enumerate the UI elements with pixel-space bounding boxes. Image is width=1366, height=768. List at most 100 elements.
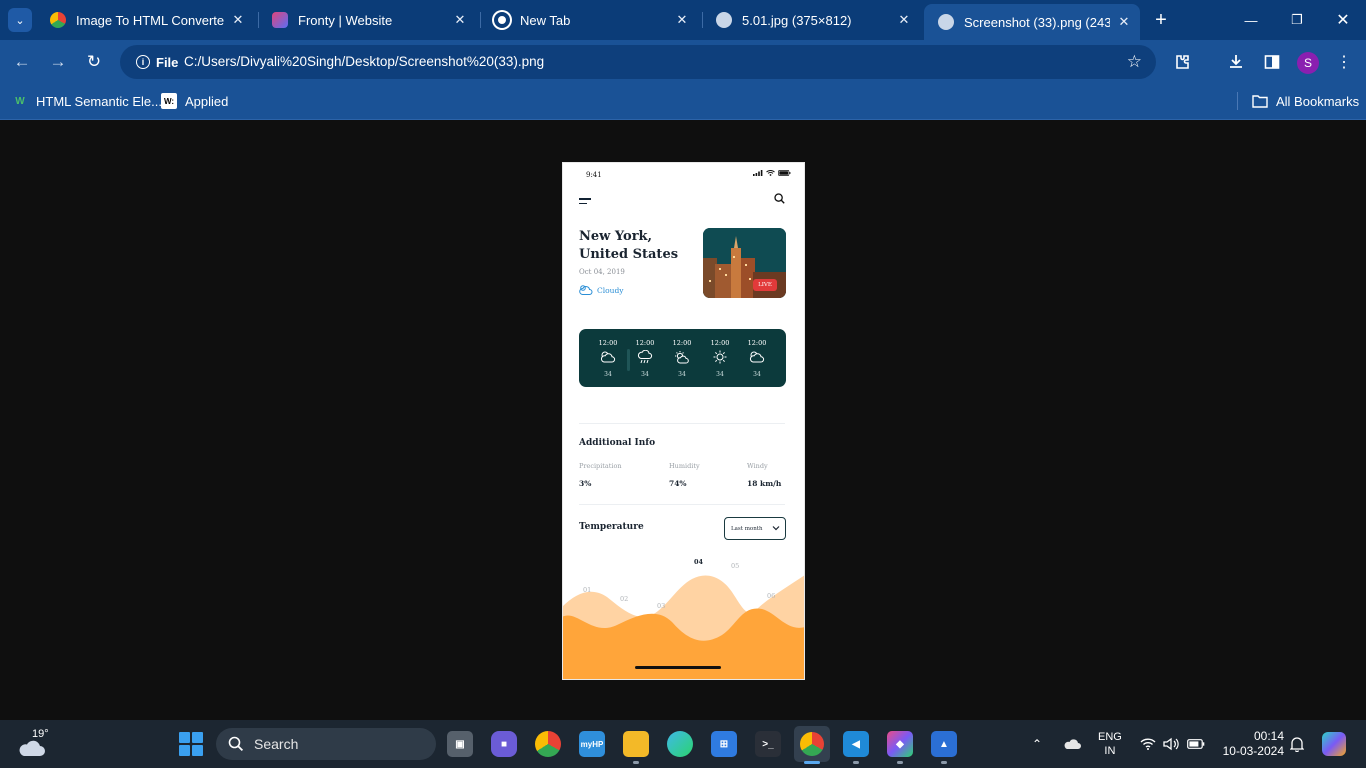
folder-icon bbox=[1252, 93, 1268, 109]
taskbar-indicator bbox=[853, 761, 859, 764]
notification-bell-icon[interactable] bbox=[1290, 720, 1304, 768]
gitkraken-icon[interactable]: ◆ bbox=[887, 731, 913, 757]
close-icon[interactable]: ✕ bbox=[230, 12, 246, 28]
photos-icon[interactable]: ▲ bbox=[931, 731, 957, 757]
lang-line1: ENG bbox=[1098, 731, 1122, 743]
taskbar-search[interactable]: Search bbox=[216, 728, 436, 760]
chrome-icon[interactable] bbox=[535, 731, 561, 757]
hamburger-menu-icon[interactable] bbox=[579, 198, 591, 207]
globe-icon bbox=[716, 12, 732, 28]
close-icon[interactable]: ✕ bbox=[674, 12, 690, 28]
info-humidity: Humidity 74% bbox=[669, 462, 700, 488]
lang-line2: IN bbox=[1104, 745, 1116, 757]
copilot-icon[interactable] bbox=[1322, 720, 1346, 768]
w3-icon: W bbox=[15, 95, 25, 107]
language-indicator[interactable]: ENG IN bbox=[1098, 730, 1122, 758]
tab-title: Image To HTML Converter Fr bbox=[76, 12, 224, 28]
chart-day-label-selected: 04 bbox=[694, 558, 704, 566]
onedrive-icon[interactable] bbox=[1063, 720, 1081, 768]
taskbar-weather[interactable]: 19° bbox=[18, 726, 50, 762]
chrome-profile-icon[interactable] bbox=[794, 726, 830, 762]
chart-day-label: 06 bbox=[767, 592, 775, 600]
bookmark-applied[interactable]: W: Applied bbox=[161, 93, 228, 109]
address-bar[interactable]: i File C:/Users/Divyali%20Singh/Desktop/… bbox=[120, 45, 1156, 79]
condition-label: Cloudy bbox=[597, 285, 624, 295]
url-text[interactable]: C:/Users/Divyali%20Singh/Desktop/Screens… bbox=[184, 54, 544, 69]
volume-icon[interactable] bbox=[1163, 720, 1180, 768]
search-icon[interactable] bbox=[774, 193, 785, 204]
clock-time: 00:14 bbox=[1253, 729, 1284, 743]
info-icon: i bbox=[136, 55, 150, 69]
close-icon[interactable]: ✕ bbox=[452, 12, 468, 28]
period-select[interactable]: Last month bbox=[724, 517, 786, 540]
temperature-title: Temperature bbox=[579, 522, 644, 532]
bookmarks-bar: W HTML Semantic Ele... W: Applied All Bo… bbox=[0, 84, 1366, 120]
bookmark-label: Applied bbox=[185, 93, 229, 109]
forecast-item[interactable]: 12:00 34 bbox=[703, 329, 737, 387]
wifi-icon[interactable] bbox=[1140, 720, 1156, 768]
forward-button[interactable]: → bbox=[46, 50, 70, 74]
tab-fronty[interactable]: Fronty | Website ✕ bbox=[258, 4, 476, 36]
tab-screenshot-33[interactable]: Screenshot (33).png (243×5 ✕ bbox=[924, 4, 1140, 40]
divider bbox=[579, 423, 785, 424]
all-bookmarks-label: All Bookmarks bbox=[1276, 93, 1360, 109]
extensions-icon[interactable] bbox=[1170, 50, 1194, 74]
edge-icon[interactable] bbox=[667, 731, 693, 757]
forecast-item[interactable]: 12:00 34 bbox=[665, 329, 699, 387]
home-indicator bbox=[635, 666, 721, 669]
taskbar-clock[interactable]: 00:14 10-03-2024 bbox=[1220, 729, 1284, 759]
tab-5-01-jpg[interactable]: 5.01.jpg (375×812) ✕ bbox=[702, 4, 920, 36]
side-panel-icon[interactable] bbox=[1260, 50, 1284, 74]
reload-button[interactable]: ↻ bbox=[82, 50, 106, 74]
period-select-value: Last month bbox=[731, 525, 763, 532]
forecast-item[interactable]: 12:00 34 bbox=[591, 329, 625, 387]
weather-temp: 19° bbox=[32, 728, 49, 740]
forecast-item[interactable]: 12:00 34 bbox=[740, 329, 774, 387]
additional-info-title: Additional Info bbox=[579, 438, 656, 448]
bookmark-html-semantic[interactable]: W HTML Semantic Ele... bbox=[12, 93, 162, 109]
show-hidden-icons[interactable]: ⌃ bbox=[1032, 720, 1042, 768]
battery-icon bbox=[778, 170, 791, 176]
cloud-sun-icon bbox=[749, 351, 765, 363]
restore-button[interactable]: ❐ bbox=[1274, 0, 1320, 40]
new-tab-button[interactable]: + bbox=[1150, 8, 1172, 32]
minimize-button[interactable]: — bbox=[1228, 0, 1274, 40]
chevron-down-icon bbox=[772, 526, 780, 531]
tab-search-button[interactable]: ⌄ bbox=[8, 8, 32, 32]
menu-kebab-icon[interactable]: ⋮ bbox=[1332, 50, 1356, 74]
tab-title: New Tab bbox=[520, 12, 571, 28]
download-icon[interactable] bbox=[1224, 50, 1248, 74]
forecast-time: 12:00 bbox=[672, 339, 692, 347]
taskbar-indicator-active bbox=[804, 761, 820, 764]
battery-icon[interactable] bbox=[1187, 720, 1205, 768]
site-info-chip[interactable]: i File bbox=[128, 49, 186, 75]
close-window-button[interactable]: ✕ bbox=[1320, 0, 1366, 40]
forecast-temp: 34 bbox=[753, 371, 761, 378]
file-explorer-icon[interactable] bbox=[623, 731, 649, 757]
start-button[interactable] bbox=[179, 732, 203, 756]
close-icon[interactable]: ✕ bbox=[896, 12, 912, 28]
info-label: Precipitation bbox=[579, 462, 622, 470]
tab-image-to-html[interactable]: Image To HTML Converter Fr ✕ bbox=[36, 4, 254, 36]
vscode-icon[interactable]: ◀ bbox=[843, 731, 869, 757]
task-view-icon[interactable]: ▣ bbox=[447, 731, 473, 757]
fronty-icon bbox=[272, 12, 288, 28]
all-bookmarks-button[interactable]: All Bookmarks bbox=[1252, 93, 1359, 109]
teams-icon[interactable]: ■ bbox=[491, 731, 517, 757]
terminal-icon[interactable]: >_ bbox=[755, 731, 781, 757]
taskbar-indicator bbox=[941, 761, 947, 764]
bookmark-star-icon[interactable]: ☆ bbox=[1127, 52, 1142, 72]
forecast-item[interactable]: 12:00 34 bbox=[628, 329, 662, 387]
chrome-icon bbox=[800, 732, 824, 756]
tab-new-tab[interactable]: New Tab ✕ bbox=[480, 4, 698, 36]
profile-avatar[interactable]: S bbox=[1297, 52, 1319, 74]
info-windy: Windy 18 km/h bbox=[747, 462, 781, 488]
store-icon[interactable]: ⊞ bbox=[711, 731, 737, 757]
close-icon[interactable]: ✕ bbox=[1116, 14, 1132, 30]
myhp-icon[interactable]: myHP bbox=[579, 731, 605, 757]
cloud-sun-icon bbox=[600, 351, 616, 363]
back-button[interactable]: ← bbox=[10, 50, 34, 74]
status-icons bbox=[753, 170, 791, 176]
forecast-time: 12:00 bbox=[747, 339, 767, 347]
taskbar-indicator bbox=[633, 761, 639, 764]
